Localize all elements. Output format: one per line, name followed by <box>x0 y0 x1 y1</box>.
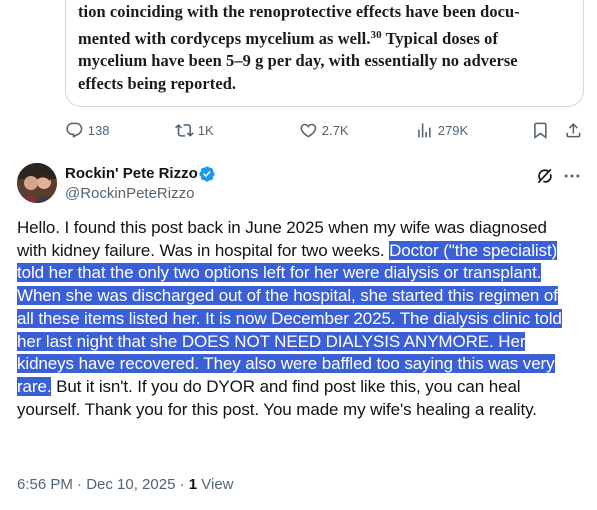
book-excerpt-image: tion coinciding with the renoprotective … <box>72 0 583 93</box>
post-text-after: But it isn't. If you do DYOR and find po… <box>17 376 537 419</box>
share-button[interactable] <box>564 118 583 142</box>
repost-icon <box>175 123 194 137</box>
like-icon <box>300 123 317 138</box>
like-button[interactable]: 2.7K <box>299 118 349 142</box>
like-count: 2.7K <box>321 122 349 138</box>
excerpt-text: mented with cordyceps mycelium as well. <box>78 28 371 48</box>
repost-count: 1K <box>197 122 214 138</box>
more-options-icon[interactable] <box>562 166 582 186</box>
avatar-photo <box>17 163 57 203</box>
quoted-media-card[interactable]: tion coinciding with the renoprotective … <box>65 0 584 107</box>
excerpt-line: effects being reported. <box>78 73 237 93</box>
views-total: 1 <box>188 476 198 493</box>
excerpt-line: tion coinciding with the renoprotective … <box>78 2 520 21</box>
share-icon <box>566 122 581 138</box>
display-name[interactable]: Rockin' Pete Rizzo <box>65 165 198 182</box>
views-count: 279K <box>437 122 469 138</box>
user-handle[interactable]: @RockinPeteRizzo <box>65 185 194 202</box>
reply-icon <box>66 122 83 138</box>
reply-author-row: Rockin' Pete Rizzo @RockinPeteRizzo <box>17 162 587 206</box>
excerpt-line: mycelium have been 5–9 g per day, with e… <box>78 51 518 70</box>
views-icon <box>418 122 431 138</box>
bookmark-icon <box>534 122 547 139</box>
reply-count: 138 <box>87 122 110 138</box>
engagement-bar: 138 1K 2.7K 279K <box>65 118 585 142</box>
reply-button[interactable]: 138 <box>65 118 109 142</box>
bookmark-button[interactable] <box>531 118 550 142</box>
selected-text: Doctor ("the specialist) told her that t… <box>17 240 562 396</box>
avatar[interactable] <box>17 163 57 203</box>
views-label: View <box>197 476 234 493</box>
views-button[interactable]: 279K <box>415 118 468 142</box>
repost-button[interactable]: 1K <box>175 118 214 142</box>
excerpt-text: Typical doses of <box>381 28 499 48</box>
excerpt-line: mented with cordyceps mycelium as well.3… <box>78 24 583 51</box>
verified-badge-icon <box>199 166 215 182</box>
grok-icon[interactable] <box>535 166 555 186</box>
timestamp-link[interactable]: 6:56 PM · Dec 10, 2025 · <box>17 476 189 493</box>
footnote-superscript: 30 <box>370 28 382 41</box>
post-timestamp-row: 6:56 PM · Dec 10, 2025 · 1 View <box>17 476 234 493</box>
post-text: Hello. I found this post back in June 20… <box>17 217 579 421</box>
